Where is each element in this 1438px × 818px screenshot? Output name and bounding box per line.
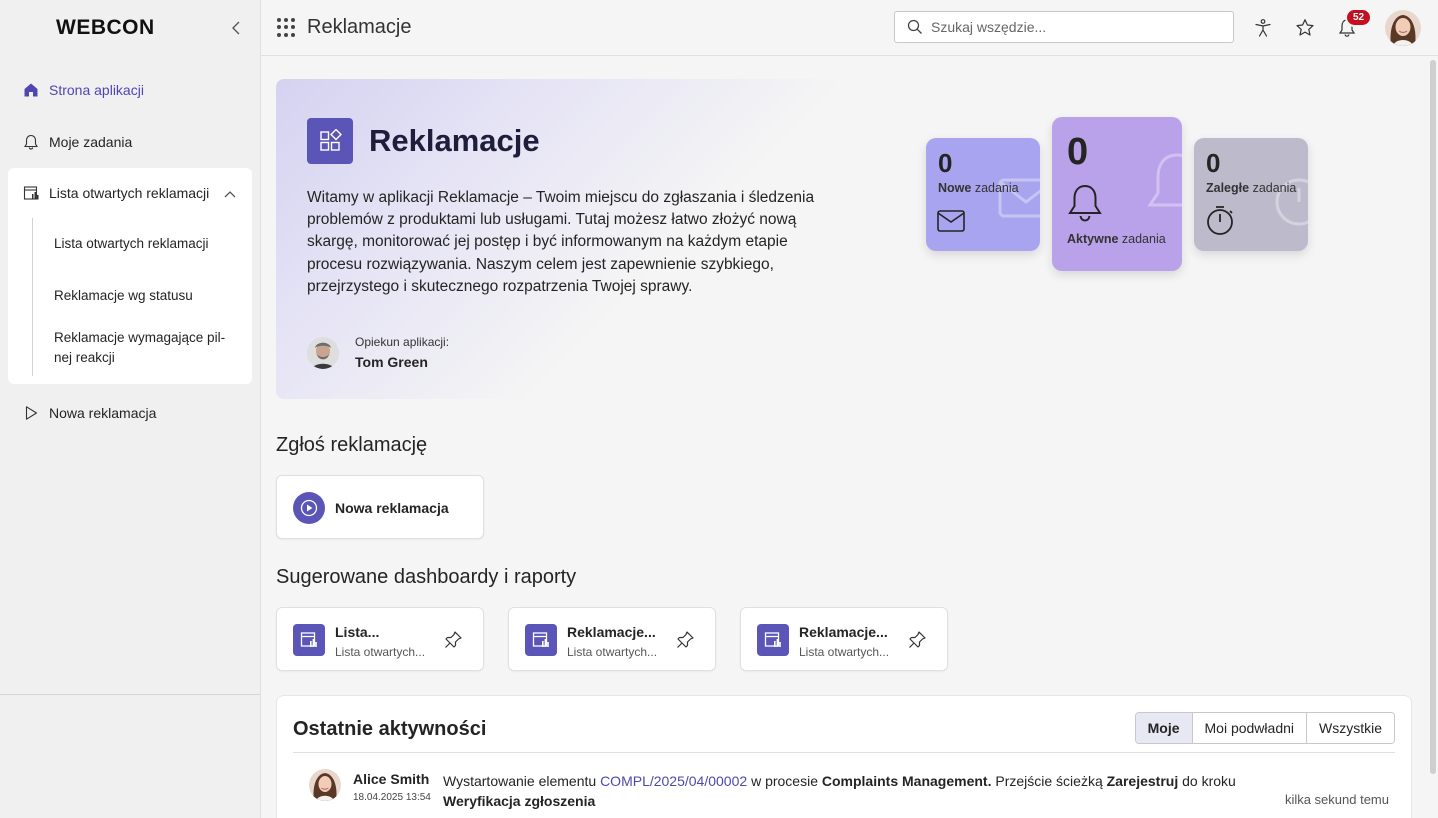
activity-title: Ostatnie aktywności [293,718,487,740]
activity-user-name[interactable]: Alice Smith [353,771,429,787]
sidebar-item-label: Lista otwartych reklamacji [49,185,210,201]
new-complaint-start-button[interactable]: Nowa reklamacja [276,475,484,539]
sidebar-item-open-complaints[interactable]: Lista otwartych reklamacji [8,168,252,218]
sidebar-item-label: Nowa reklamacja [49,405,157,421]
favorites-star-icon[interactable] [1293,16,1317,40]
sidebar-item-app-home[interactable]: Strona aplikacji [0,64,260,116]
filter-mine-button[interactable]: Moje [1135,713,1192,743]
report-icon [757,624,789,656]
envelope-watermark-icon [998,178,1040,218]
report-icon [22,184,40,202]
overdue-tasks-tile[interactable]: 0 Zaległe zadania [1194,138,1308,251]
notifications-badge: 52 [1345,8,1373,27]
pin-icon[interactable] [673,628,697,652]
dashboard-title: Reklamacje... [567,624,656,640]
search-input[interactable] [931,19,1211,35]
overdue-tasks-label: Zaległe zadania [1206,181,1297,195]
chevron-up-icon[interactable] [224,185,236,201]
page-title: Reklamacje [369,123,540,158]
dashboard-subtitle: Lista otwartych... [567,645,658,659]
sidebar-group-open-complaints: Lista otwartych reklamacji Lista otwarty… [8,168,252,384]
app-title: Reklamacje [307,16,412,38]
chevron-left-icon [232,21,240,35]
bell-watermark-icon [1147,153,1182,207]
app-description: Witamy w aplikacji Reklamacje – Twoim mi… [307,189,815,295]
stopwatch-watermark-icon [1275,178,1308,226]
activity-relative-time: kilka sekund temu [1284,792,1389,807]
new-tasks-label: Nowe zadania [938,181,1019,195]
active-tasks-count: 0 [1067,131,1089,173]
play-icon [22,404,40,422]
play-circle-icon [293,492,325,524]
home-icon [22,81,40,99]
search-icon [907,19,922,34]
activity-description: Wystartowanie elementu COMPL/2025/04/000… [443,773,1236,809]
app-launcher-icon[interactable] [277,17,297,38]
owner-name[interactable]: Tom Green [355,354,449,370]
dashboard-title: Lista... [335,624,380,640]
activity-user-avatar[interactable] [309,769,341,801]
activity-timestamp: 18.04.2025 13:54 [353,792,431,803]
dashboard-title: Reklamacje... [799,624,888,640]
filter-subordinates-button[interactable]: Moi podwładni [1191,713,1306,743]
sidebar-item-label: Moje zadania [49,134,133,150]
active-tasks-label: Aktywne zadania [1067,232,1166,246]
overdue-tasks-count: 0 [1206,148,1221,178]
new-tasks-tile[interactable]: 0 Nowe zadania [926,138,1040,251]
dashboards-section-title: Sugerowane dashboardy i raporty [276,566,577,588]
sidebar: WEBCON Strona aplikacji Moje zadania Lis… [0,0,261,818]
app-owner: Opiekun aplikacji: Tom Green [307,335,449,370]
notifications-bell-icon[interactable]: 52 [1335,8,1373,40]
stopwatch-icon [1207,206,1233,235]
webcon-logo[interactable]: WEBCON [56,16,155,40]
pin-icon[interactable] [441,628,465,652]
global-search[interactable] [894,11,1234,43]
sidebar-subitem-urgent[interactable]: Reklamacje wymagające pil-nej reakcji [33,322,252,376]
sidebar-subitem-by-status[interactable]: Reklamacje wg statusu [33,270,252,322]
owner-label: Opiekun aplikacji: [355,335,450,349]
sidebar-divider [0,694,260,695]
bell-icon [22,133,40,151]
sidebar-sublist: Lista otwartych reklamacji Reklamacje wg… [32,218,252,376]
pin-icon[interactable] [905,628,929,652]
bell-icon [1068,184,1102,222]
dashboard-card[interactable]: Lista... Lista otwartych... [276,607,484,671]
owner-avatar[interactable] [307,336,339,369]
envelope-icon [937,210,965,232]
collapse-sidebar-button[interactable] [226,18,246,38]
accessibility-icon[interactable] [1251,16,1275,40]
sidebar-subitem-open-list[interactable]: Lista otwartych reklamacji [33,218,252,270]
element-link[interactable]: COMPL/2025/04/00002 [600,773,747,789]
main-content: Reklamacje Witamy w aplikacji Reklamacje… [261,56,1429,818]
logo-row: WEBCON [0,0,260,56]
activity-divider [293,752,1395,753]
main-scrollbar[interactable] [1430,60,1436,774]
report-icon [525,624,557,656]
top-bar: Reklamacje 52 [261,0,1438,56]
new-tasks-count: 0 [938,148,953,178]
dashboard-card[interactable]: Reklamacje... Lista otwartych... [508,607,716,671]
user-avatar[interactable] [1385,10,1421,46]
filter-all-button[interactable]: Wszystkie [1306,713,1394,743]
report-section-title: Zgłoś reklamację [276,434,428,456]
recent-activity-panel: Ostatnie aktywności Moje Moi podwładni W… [276,695,1412,818]
sidebar-item-new-complaint[interactable]: Nowa reklamacja [0,387,260,439]
sidebar-item-my-tasks[interactable]: Moje zadania [0,116,260,168]
dashboard-subtitle: Lista otwartych... [335,645,426,659]
app-hero: Reklamacje Witamy w aplikacji Reklamacje… [276,79,836,399]
start-label: Nowa reklamacja [335,500,449,516]
activity-filter: Moje Moi podwładni Wszystkie [1134,712,1395,744]
report-icon [293,624,325,656]
dashboard-subtitle: Lista otwartych... [799,645,890,659]
sidebar-item-label: Strona aplikacji [49,82,144,98]
app-icon [307,118,353,164]
dashboard-card[interactable]: Reklamacje... Lista otwartych... [740,607,948,671]
active-tasks-tile[interactable]: 0 Aktywne zadania [1052,117,1182,271]
